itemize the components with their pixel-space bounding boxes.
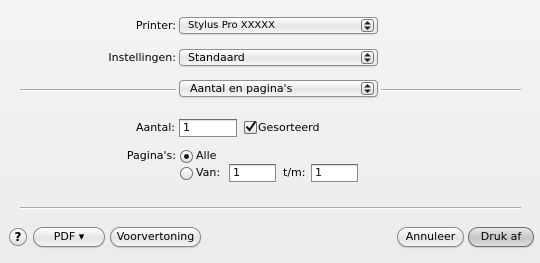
pages-from-value: 1 (233, 166, 240, 179)
copies-label: Aantal: (135, 121, 175, 134)
pages-from-field[interactable]: 1 (229, 164, 276, 182)
pages-all-label[interactable]: Alle (196, 148, 216, 164)
settings-value: Standaard (188, 51, 245, 64)
printer-popup[interactable]: Stylus Pro XXXXX (179, 17, 378, 34)
pages-to-field[interactable]: 1 (311, 164, 358, 182)
copies-value: 1 (183, 121, 190, 134)
updown-arrows-icon (361, 19, 374, 32)
section-divider-right (381, 89, 521, 91)
copies-field[interactable]: 1 (179, 119, 237, 137)
preview-button[interactable]: Voorvertoning (110, 227, 201, 247)
print-dialog: Printer: Stylus Pro XXXXX Instellingen: … (0, 0, 540, 263)
updown-arrows-icon (361, 51, 374, 64)
radio-selected-dot (184, 154, 189, 159)
pages-to-value: 1 (315, 166, 322, 179)
printer-label: Printer: (135, 19, 176, 32)
checkmark-icon (245, 120, 257, 132)
cancel-button[interactable]: Annuleer (397, 227, 464, 247)
print-button[interactable]: Druk af (468, 227, 534, 247)
section-value: Aantal en pagina's (190, 82, 293, 95)
section-divider-left (20, 89, 176, 91)
updown-arrows-icon (361, 82, 374, 95)
pages-to-label: t/m: (283, 166, 306, 179)
pages-range-label[interactable]: Van: (196, 165, 220, 181)
pdf-button[interactable]: PDF ▾ (33, 227, 105, 247)
help-button[interactable]: ? (9, 228, 27, 246)
pages-label: Pagina's: (126, 149, 176, 162)
pages-range-radio[interactable] (180, 167, 193, 180)
section-popup[interactable]: Aantal en pagina's (179, 80, 378, 97)
collated-label[interactable]: Gesorteerd (258, 120, 319, 136)
settings-label: Instellingen: (108, 51, 176, 64)
footer-divider (20, 207, 521, 209)
pages-all-radio[interactable] (180, 150, 193, 163)
printer-value: Stylus Pro XXXXX (188, 20, 275, 31)
settings-popup[interactable]: Standaard (179, 49, 378, 66)
collated-checkbox[interactable] (244, 120, 257, 134)
